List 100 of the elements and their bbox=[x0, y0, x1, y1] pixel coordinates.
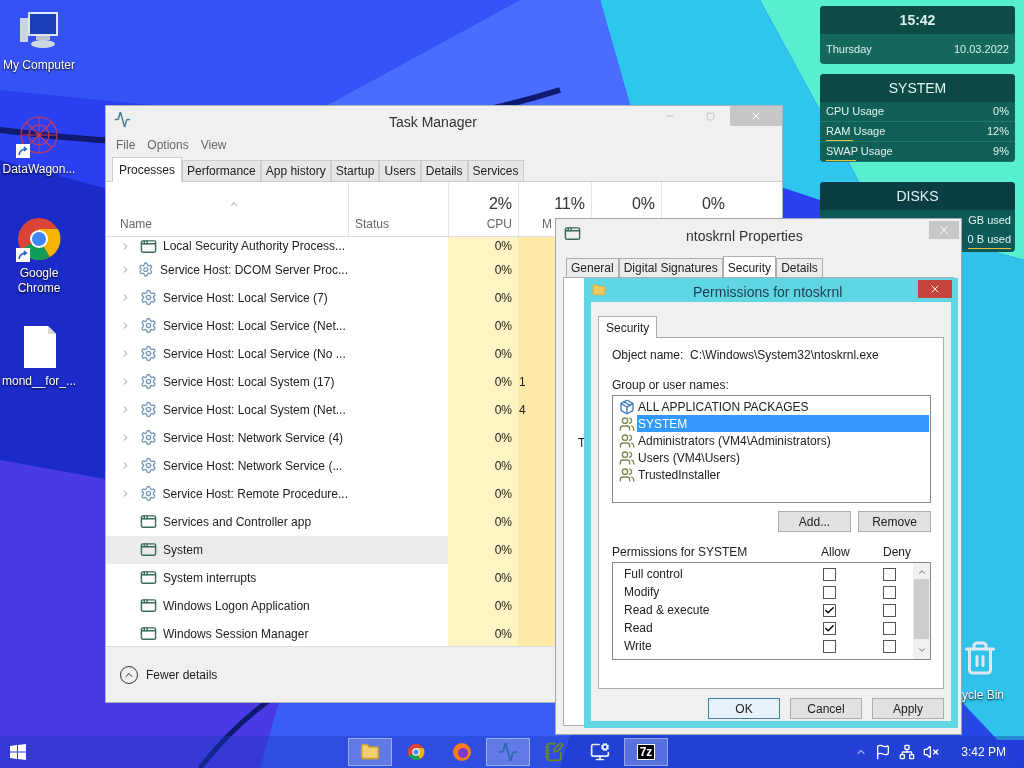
cpu-cell: 0% bbox=[448, 535, 518, 564]
dialog-button[interactable]: Apply bbox=[872, 698, 944, 719]
gear-icon bbox=[140, 429, 157, 447]
process-name: Windows Session Manager bbox=[163, 625, 309, 643]
process-row[interactable]: System interrupts 0% bbox=[106, 563, 556, 592]
permission-name: Read & execute bbox=[624, 602, 711, 619]
tab[interactable]: Startup bbox=[330, 159, 380, 181]
gear-icon bbox=[140, 289, 157, 307]
icon-label: Google Chrome bbox=[16, 266, 62, 296]
fewer-details-button[interactable]: Fewer details bbox=[120, 665, 218, 684]
scroll-up-icon[interactable] bbox=[916, 567, 927, 577]
tab[interactable]: Digital Signatures bbox=[618, 258, 723, 277]
column-label: Allow bbox=[821, 544, 851, 561]
tab[interactable]: General bbox=[566, 258, 619, 277]
checkbox[interactable] bbox=[883, 621, 896, 635]
list-label: Group or user names: bbox=[612, 378, 730, 392]
checkbox[interactable] bbox=[883, 603, 896, 617]
process-name: Service Host: Local System (Net... bbox=[163, 401, 346, 419]
process-row[interactable]: Service Host: Network Service (4) 0% bbox=[106, 423, 556, 452]
tab[interactable]: Details bbox=[420, 159, 468, 181]
permission-name: Modify bbox=[624, 584, 661, 601]
process-name: Service Host: Local System (17) bbox=[163, 373, 335, 391]
dialog-button[interactable]: Remove bbox=[858, 511, 931, 532]
process-row[interactable]: Service Host: Network Service (... 0% bbox=[106, 451, 556, 480]
checkbox[interactable] bbox=[883, 639, 896, 653]
menu-item[interactable]: Options bbox=[143, 135, 193, 154]
checkbox[interactable] bbox=[823, 603, 836, 617]
icon-label: mond__for_... bbox=[1, 374, 78, 389]
clock-time: 15:42 bbox=[899, 10, 936, 30]
gear-icon bbox=[140, 373, 157, 391]
process-row[interactable]: Windows Session Manager 0% bbox=[106, 619, 556, 647]
process-name: System bbox=[163, 541, 203, 559]
permission-name: Write bbox=[624, 638, 653, 655]
cpu-cell: 0% bbox=[448, 395, 518, 424]
checkbox[interactable] bbox=[823, 585, 836, 599]
tab[interactable]: Details bbox=[776, 258, 823, 277]
scroll-down-icon[interactable] bbox=[916, 645, 927, 655]
process-row[interactable]: Service Host: Remote Procedure... 0% bbox=[106, 479, 556, 508]
usage-label: RAM Usage bbox=[826, 123, 886, 140]
gear-icon bbox=[140, 317, 157, 335]
checkbox[interactable] bbox=[823, 567, 836, 581]
process-row[interactable]: Services and Controller app 0% bbox=[106, 507, 556, 536]
window-title: Permissions for ntoskrnl bbox=[693, 283, 843, 302]
checkbox[interactable] bbox=[883, 585, 896, 599]
tab[interactable]: Security bbox=[722, 256, 777, 278]
process-row[interactable]: Local Security Authority Process... 0% bbox=[106, 236, 556, 256]
process-row[interactable]: Service Host: Local Service (No ... 0% bbox=[106, 339, 556, 368]
clock[interactable]: 3:42 PM bbox=[961, 743, 1006, 761]
dialog-button[interactable]: Add... bbox=[778, 511, 851, 532]
permission-name: Full control bbox=[624, 566, 684, 583]
column-total: 11% bbox=[554, 193, 585, 214]
process-row[interactable]: Service Host: Local Service (7) 0% bbox=[106, 283, 556, 312]
scroll-thumb[interactable] bbox=[914, 579, 929, 639]
cpu-cell: 0% bbox=[448, 255, 518, 284]
users-icon bbox=[619, 466, 635, 483]
tab[interactable]: App history bbox=[260, 159, 331, 181]
process-name: Service Host: Local Service (7) bbox=[163, 289, 328, 307]
usage-value: 0% bbox=[993, 104, 1009, 120]
user-list-item[interactable]: Users (VM4\Users) bbox=[619, 449, 929, 466]
process-row[interactable]: Windows Logon Application 0% bbox=[106, 591, 556, 620]
tab[interactable]: Performance bbox=[182, 159, 261, 181]
dialog-button[interactable]: Cancel bbox=[790, 698, 862, 719]
date: 10.03.2022 bbox=[953, 41, 1009, 57]
menu-item[interactable]: File bbox=[112, 135, 140, 154]
checkbox[interactable] bbox=[823, 621, 836, 635]
cpu-cell: 0% bbox=[448, 563, 518, 592]
volume-muted-icon[interactable] bbox=[923, 744, 940, 760]
fox-browser-icon bbox=[452, 742, 472, 762]
process-row[interactable]: Service Host: Local System (Net... 0% 4 bbox=[106, 395, 556, 424]
monitor-icon bbox=[590, 742, 610, 762]
users-icon bbox=[619, 415, 635, 432]
widget-title: SYSTEM bbox=[888, 78, 947, 98]
checkbox[interactable] bbox=[823, 639, 836, 653]
flag-icon[interactable] bbox=[875, 744, 892, 760]
column-total: 0% bbox=[701, 193, 725, 214]
process-row[interactable]: Service Host: Local System (17) 0% 1 bbox=[106, 367, 556, 396]
menu-item[interactable]: View bbox=[196, 135, 231, 154]
disk-usage: GB used bbox=[968, 212, 1011, 228]
column-label: CPU bbox=[486, 215, 512, 232]
usage-value: 12% bbox=[986, 124, 1009, 140]
network-icon[interactable] bbox=[899, 744, 916, 760]
user-list-item[interactable]: ALL APPLICATION PACKAGES bbox=[619, 398, 929, 415]
tab[interactable]: Services bbox=[467, 159, 524, 181]
process-row[interactable]: Service Host: DCOM Server Proc... 0% bbox=[106, 255, 556, 284]
user-list-item[interactable]: Administrators (VM4\Administrators) bbox=[619, 432, 929, 449]
icon-label: ycle Bin bbox=[961, 687, 1005, 704]
start-button[interactable] bbox=[10, 743, 28, 761]
process-row[interactable]: System 0% bbox=[106, 535, 556, 564]
tab[interactable]: Users bbox=[379, 159, 421, 181]
tab[interactable]: Security bbox=[598, 316, 658, 338]
cpu-cell: 0% bbox=[448, 591, 518, 620]
user-list-item[interactable]: TrustedInstaller bbox=[619, 466, 929, 483]
icon-label: My Computer bbox=[2, 58, 76, 73]
memory-cell bbox=[518, 619, 556, 647]
cpu-cell: 0% bbox=[448, 619, 518, 647]
tab[interactable]: Processes bbox=[112, 156, 183, 182]
checkbox[interactable] bbox=[883, 567, 896, 581]
taskbar-button[interactable]: 7z bbox=[624, 738, 668, 766]
dialog-button[interactable]: OK bbox=[708, 698, 780, 719]
process-row[interactable]: Service Host: Local Service (Net... 0% bbox=[106, 311, 556, 340]
